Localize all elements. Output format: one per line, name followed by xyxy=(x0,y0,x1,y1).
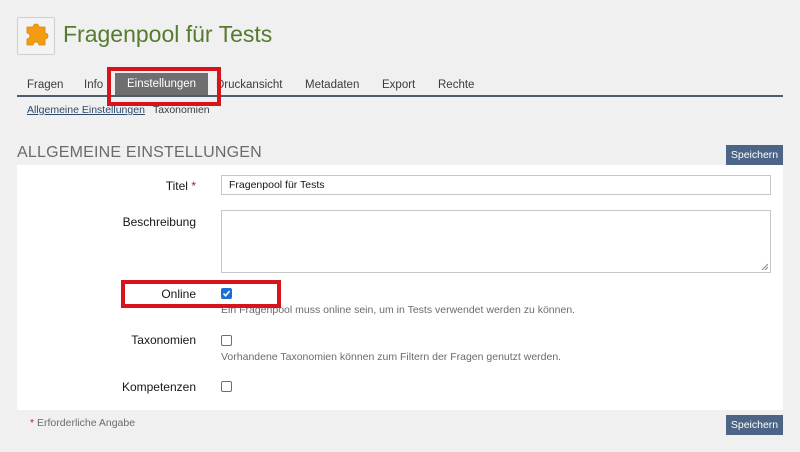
save-button-top[interactable]: Speichern xyxy=(726,145,783,165)
tab-rechte[interactable]: Rechte xyxy=(438,79,474,91)
tab-export[interactable]: Export xyxy=(382,79,415,91)
title-label: Titel * xyxy=(165,179,196,193)
competences-checkbox[interactable] xyxy=(221,381,232,392)
online-checkbox[interactable] xyxy=(221,288,232,299)
section-title: ALLGEMEINE EINSTELLUNGEN xyxy=(17,144,262,161)
description-textarea[interactable] xyxy=(221,210,771,273)
title-input[interactable] xyxy=(221,175,771,195)
taxonomies-checkbox[interactable] xyxy=(221,335,232,346)
tab-druckansicht[interactable]: Druckansicht xyxy=(216,79,282,91)
subtab-general-settings[interactable]: Allgemeine Einstellungen xyxy=(27,104,145,116)
settings-form: Titel * Beschreibung Online Ein Fragenpo… xyxy=(17,165,783,410)
description-label: Beschreibung xyxy=(122,215,196,229)
online-help-text: Ein Fragenpool muss online sein, um in T… xyxy=(221,304,576,316)
tab-metadaten[interactable]: Metadaten xyxy=(305,79,359,91)
tab-fragen[interactable]: Fragen xyxy=(27,79,63,91)
tab-bar: Fragen Info Einstellungen Druckansicht M… xyxy=(17,72,783,97)
save-button-bottom[interactable]: Speichern xyxy=(726,415,783,435)
required-note: * Erforderliche Angabe xyxy=(30,417,136,429)
required-marker: * xyxy=(191,179,196,193)
page-title: Fragenpool für Tests xyxy=(63,21,273,47)
taxonomies-label: Taxonomien xyxy=(131,333,196,347)
checkmark-icon xyxy=(222,290,231,298)
tab-info[interactable]: Info xyxy=(84,79,103,91)
taxonomies-help-text: Vorhandene Taxonomien können zum Filtern… xyxy=(221,351,562,363)
subtab-taxonomies[interactable]: Taxonomien xyxy=(153,104,210,116)
puzzle-icon xyxy=(17,17,55,55)
online-label: Online xyxy=(161,287,196,301)
competences-label: Kompetenzen xyxy=(121,380,196,394)
tab-einstellungen[interactable]: Einstellungen xyxy=(115,73,209,95)
resize-grip-icon[interactable] xyxy=(761,263,768,270)
